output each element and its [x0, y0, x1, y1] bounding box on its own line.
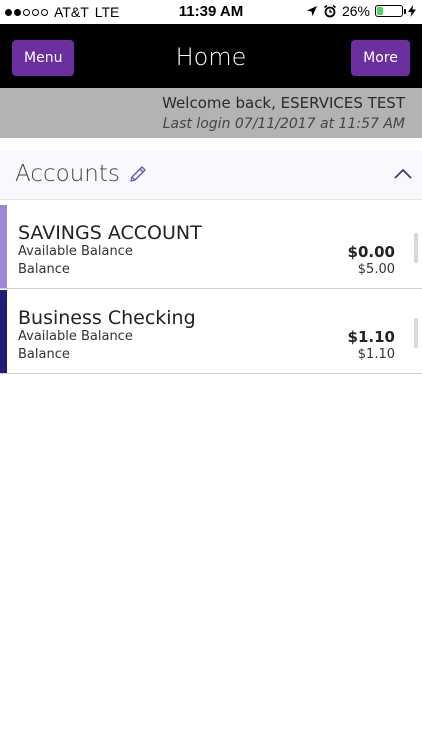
- available-balance-value: $0.00: [347, 243, 395, 261]
- account-color-stripe: [0, 205, 7, 288]
- account-color-stripe: [0, 290, 7, 373]
- status-bar: AT&T LTE 11:39 AM 26%: [0, 0, 422, 24]
- balance-label: Balance: [18, 347, 70, 362]
- available-balance-label: Available Balance: [18, 244, 133, 259]
- balance-label: Balance: [18, 262, 70, 277]
- navigation-bar: Menu Home More: [0, 24, 422, 88]
- location-arrow-icon: [306, 6, 317, 16]
- alarm-clock-icon: [323, 4, 336, 18]
- balance-value: $5.00: [357, 262, 395, 277]
- welcome-banner: Welcome back, ESERVICES TEST Last login …: [0, 88, 422, 138]
- welcome-message: Welcome back, ESERVICES TEST: [162, 94, 405, 112]
- pencil-icon[interactable]: [128, 164, 148, 184]
- battery-fill: [377, 7, 384, 15]
- drag-handle[interactable]: [414, 318, 418, 348]
- battery-percent: 26%: [341, 3, 370, 19]
- accounts-section-header[interactable]: Accounts: [0, 150, 422, 200]
- account-name: SAVINGS ACCOUNT: [18, 222, 202, 244]
- status-bar-right: 26%: [306, 3, 416, 19]
- account-name: Business Checking: [18, 307, 196, 329]
- account-card-business-checking[interactable]: Business Checking Available Balance Bala…: [0, 290, 422, 374]
- account-card-savings[interactable]: SAVINGS ACCOUNT Available Balance Balanc…: [0, 205, 422, 289]
- charging-bolt-icon: [408, 5, 416, 17]
- available-balance-label: Available Balance: [18, 329, 133, 344]
- battery-icon: [375, 5, 406, 17]
- available-balance-value: $1.10: [347, 328, 395, 346]
- accounts-title: Accounts: [15, 161, 120, 187]
- drag-handle[interactable]: [414, 233, 418, 263]
- balance-value: $1.10: [357, 347, 395, 362]
- chevron-up-icon[interactable]: [394, 167, 412, 181]
- last-login-text: Last login 07/11/2017 at 11:57 AM: [162, 116, 405, 132]
- more-button[interactable]: More: [351, 40, 410, 76]
